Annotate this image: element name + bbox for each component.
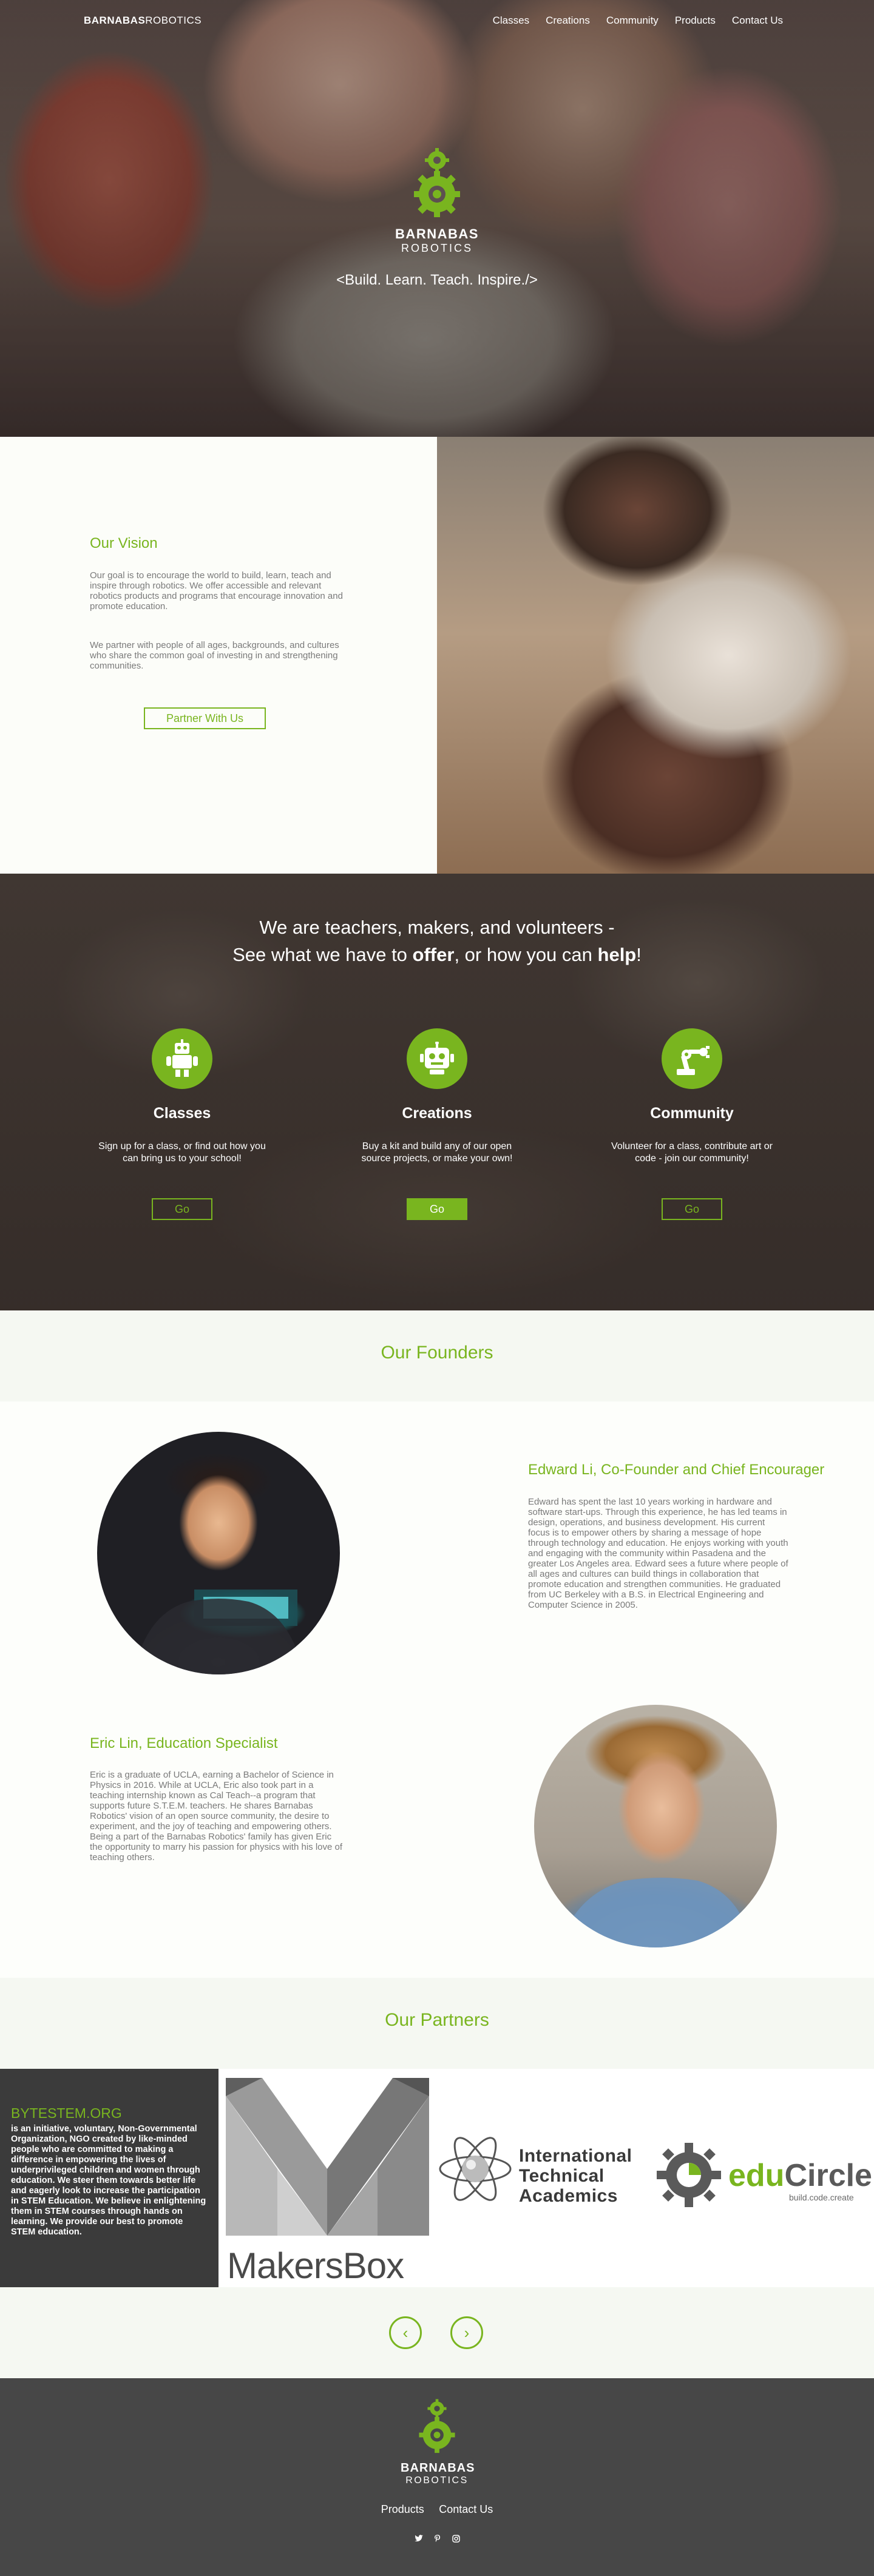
- creations-icon-circle: [407, 1028, 467, 1089]
- educircle-edu: edu: [728, 2158, 785, 2193]
- partners-carousel-controls: [0, 2287, 874, 2378]
- chevron-left-icon: ‹: [402, 2323, 408, 2342]
- nav-brand-logo[interactable]: BARNABASROBOTICS: [84, 15, 202, 27]
- gear-robot-logo-icon: [414, 148, 460, 217]
- offer-text-a: See what we have to: [232, 944, 413, 965]
- brand-bold-text: BARNABAS: [84, 15, 146, 26]
- classes-text: Sign up for a class, or find out how you…: [98, 1141, 266, 1164]
- hero-brand-bottom: ROBOTICS: [401, 242, 473, 254]
- classes-icon-circle: [152, 1028, 212, 1089]
- edward-photo-detail: [134, 1590, 303, 1674]
- footer-link-products[interactable]: Products: [381, 2503, 424, 2515]
- classes-go-button[interactable]: Go: [152, 1198, 212, 1220]
- edward-name: Edward Li, Co-Founder and Chief Encourag…: [528, 1462, 825, 1478]
- community-text: Volunteer for a class, contribute art or…: [611, 1141, 773, 1164]
- instagram-icon[interactable]: [452, 2535, 460, 2543]
- edward-portrait: [97, 1432, 340, 1674]
- ita-wordmark: International Technical Academics: [519, 2146, 632, 2206]
- robot-icon: [166, 1039, 198, 1077]
- bytestem-card[interactable]: BYTESTEM.ORG is an initiative, voluntary…: [0, 2069, 218, 2287]
- carousel-prev-button[interactable]: ‹: [389, 2316, 422, 2349]
- community-title: Community: [650, 1105, 734, 1122]
- carousel-next-button[interactable]: ›: [450, 2316, 483, 2349]
- offer-word: offer: [412, 944, 455, 965]
- chevron-right-icon: ›: [464, 2323, 470, 2342]
- creations-go-button[interactable]: Go: [407, 1198, 467, 1220]
- creations-title: Creations: [402, 1105, 472, 1122]
- hero-brand-top: BARNABAS: [395, 226, 479, 241]
- ita-line-3: Academics: [519, 2186, 618, 2206]
- robot-arm-icon: [677, 1046, 710, 1075]
- educircle-subtitle: build.code.create: [789, 2193, 854, 2202]
- nav-link-creations[interactable]: Creations: [546, 15, 590, 27]
- eric-portrait: [534, 1705, 777, 1947]
- edward-bio: Edward has spent the last 10 years worki…: [528, 1497, 788, 1610]
- vision-photo: [437, 437, 874, 874]
- footer-link-contact-us[interactable]: Contact Us: [439, 2503, 493, 2515]
- bytestem-title: BYTESTEM.ORG: [11, 2105, 122, 2121]
- help-word: help: [597, 944, 637, 965]
- offer-column-creations: Creations Buy a kit and build any of our…: [340, 1028, 534, 1165]
- nav-link-products[interactable]: Products: [675, 15, 716, 27]
- top-nav: Classes Creations Community Products Con…: [493, 15, 783, 27]
- nav-link-contact-us[interactable]: Contact Us: [732, 15, 783, 27]
- bytestem-text: is an initiative, voluntary, Non-Governm…: [11, 2124, 206, 2237]
- classes-title: Classes: [153, 1105, 211, 1122]
- offer-column-classes: Classes Sign up for a class, or find out…: [85, 1028, 279, 1165]
- pinterest-icon[interactable]: [434, 2535, 441, 2543]
- eric-photo-detail: [558, 1878, 753, 1947]
- footer-gear-robot-icon: [419, 2399, 455, 2453]
- atom-logo-icon[interactable]: [436, 2129, 515, 2208]
- eric-bio: Eric is a graduate of UCLA, earning a Ba…: [90, 1770, 343, 1863]
- community-go-button[interactable]: Go: [662, 1198, 722, 1220]
- hero-logo: BARNABAS ROBOTICS: [388, 146, 486, 255]
- footer-brand-bottom: ROBOTICS: [405, 2475, 469, 2486]
- vision-title: Our Vision: [90, 535, 158, 551]
- brand-light-text: ROBOTICS: [145, 15, 202, 26]
- nav-link-classes[interactable]: Classes: [493, 15, 529, 27]
- vision-paragraph-2: We partner with people of all ages, back…: [90, 640, 339, 671]
- offer-column-community: Community Volunteer for a class, contrib…: [595, 1028, 789, 1165]
- educircle-circle: Circle: [784, 2158, 872, 2193]
- hero-tagline: <Build. Learn. Teach. Inspire./>: [336, 272, 538, 288]
- vision-paragraph-1: Our goal is to encourage the world to bu…: [90, 570, 343, 612]
- page: BARNABASROBOTICS Classes Creations Commu…: [0, 0, 874, 2576]
- offer-text-b: , or how you can: [454, 944, 598, 965]
- creations-text: Buy a kit and build any of our open sour…: [361, 1141, 513, 1164]
- founders-title: Our Founders: [381, 1343, 493, 1363]
- footer-logo[interactable]: BARNABAS ROBOTICS: [401, 2396, 475, 2486]
- nav-link-community[interactable]: Community: [606, 15, 659, 27]
- partners-title: Our Partners: [385, 2010, 489, 2030]
- robot-head-icon: [420, 1042, 454, 1074]
- partner-with-us-button[interactable]: Partner With Us: [144, 707, 266, 729]
- footer-social: [0, 2535, 874, 2543]
- footer-brand-top: BARNABAS: [401, 2461, 475, 2475]
- twitter-icon[interactable]: [414, 2535, 423, 2542]
- educircle-gear-icon[interactable]: [656, 2142, 722, 2208]
- offer-heading-line2: See what we have to offer, or how you ca…: [0, 941, 874, 968]
- offer-text-c: !: [636, 944, 642, 965]
- footer-links: Products Contact Us: [0, 2503, 874, 2516]
- ita-line-2: Technical: [519, 2166, 605, 2186]
- offer-heading-line1: We are teachers, makers, and volunteers …: [259, 917, 615, 938]
- community-icon-circle: [662, 1028, 722, 1089]
- educircle-wordmark: eduCircle: [728, 2157, 872, 2194]
- eric-name: Eric Lin, Education Specialist: [90, 1735, 278, 1752]
- ita-line-1: International: [519, 2146, 632, 2166]
- makersbox-wordmark: MakersBox: [227, 2245, 404, 2286]
